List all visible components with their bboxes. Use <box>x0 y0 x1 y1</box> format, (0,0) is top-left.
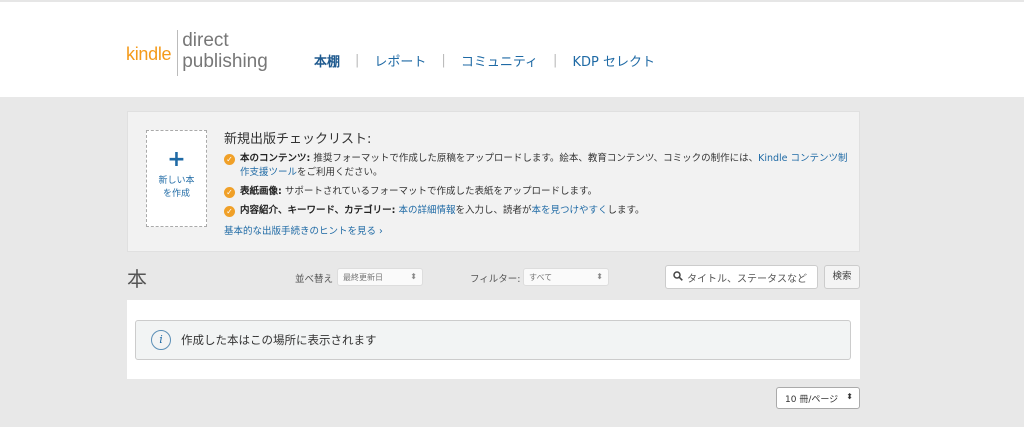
book-details-link[interactable]: 本の詳細情報 <box>398 205 455 216</box>
kdp-logo[interactable]: kindle direct publishing <box>126 30 268 80</box>
filter-select[interactable]: すべて ⬍ <box>523 268 609 286</box>
empty-books-text: 作成した本はこの場所に表示されます <box>181 333 377 347</box>
info-icon: i <box>151 330 171 350</box>
logo-publishing: publishing <box>182 51 268 72</box>
discoverability-link[interactable]: 本を見つけやすく <box>531 205 607 216</box>
check-circle-icon: ✓ <box>224 206 235 217</box>
checklist-item: ✓ 表紙画像: サポートされているフォーマットで作成した表紙をアップロードします… <box>224 185 854 199</box>
create-new-book-button[interactable]: + 新しい本 を作成 <box>146 130 207 227</box>
logo-divider <box>177 30 179 76</box>
sort-label: 並べ替え <box>295 274 334 285</box>
nav-separator: | <box>441 53 446 68</box>
sort-select[interactable]: 最終更新日 ⬍ <box>337 268 423 286</box>
publishing-hints-link[interactable]: 基本的な出版手続きのヒントを見る › <box>224 223 854 237</box>
search-input[interactable]: タイトル、ステータスなど <box>665 265 818 289</box>
nav-bookshelf[interactable]: 本棚 <box>314 51 340 70</box>
search-button[interactable]: 検索 <box>824 265 860 289</box>
logo-kindle-text: kindle <box>126 44 172 64</box>
main-nav: 本棚 | レポート | コミュニティ | KDP セレクト <box>314 51 655 70</box>
nav-separator: | <box>355 53 360 68</box>
nav-community[interactable]: コミュニティ <box>461 51 538 70</box>
updown-chevron-icon: ⬍ <box>410 272 417 281</box>
header: kindle direct publishing 本棚 | レポート | コミュ… <box>0 0 1024 97</box>
updown-chevron-icon: ⬍ <box>846 392 853 401</box>
check-circle-icon: ✓ <box>224 154 235 165</box>
per-page-select[interactable]: 10 冊/ページ ⬍ <box>776 387 860 409</box>
checklist-item: ✓ 内容紹介、キーワード、カテゴリー: 本の詳細情報を入力し、読者が本を見つけや… <box>224 204 854 218</box>
nav-reports[interactable]: レポート <box>374 51 426 70</box>
logo-words: direct publishing <box>182 30 268 72</box>
empty-books-message: i 作成した本はこの場所に表示されます <box>135 320 851 360</box>
publishing-checklist: + 新しい本 を作成 新規出版チェックリスト: ✓ 本のコンテンツ: 推奨フォー… <box>127 111 860 252</box>
checklist-title: 新規出版チェックリスト: <box>224 132 372 147</box>
create-new-book-label: 新しい本 を作成 <box>158 176 195 199</box>
logo-direct: direct <box>182 30 229 51</box>
books-list-panel: i 作成した本はこの場所に表示されます <box>127 300 860 379</box>
search-placeholder: タイトル、ステータスなど <box>687 273 807 285</box>
checklist-item: ✓ 本のコンテンツ: 推奨フォーマットで作成した原稿をアップロードします。絵本、… <box>224 152 854 180</box>
updown-chevron-icon: ⬍ <box>596 272 603 281</box>
filter-label: フィルター: <box>470 274 521 285</box>
plus-icon: + <box>167 147 186 172</box>
checklist-body: 新規出版チェックリスト: ✓ 本のコンテンツ: 推奨フォーマットで作成した原稿を… <box>224 128 854 237</box>
check-circle-icon: ✓ <box>224 187 235 198</box>
nav-separator: | <box>553 53 558 68</box>
books-section-title: 本 <box>127 267 147 291</box>
nav-kdp-select[interactable]: KDP セレクト <box>572 51 655 70</box>
search-icon <box>673 270 683 284</box>
